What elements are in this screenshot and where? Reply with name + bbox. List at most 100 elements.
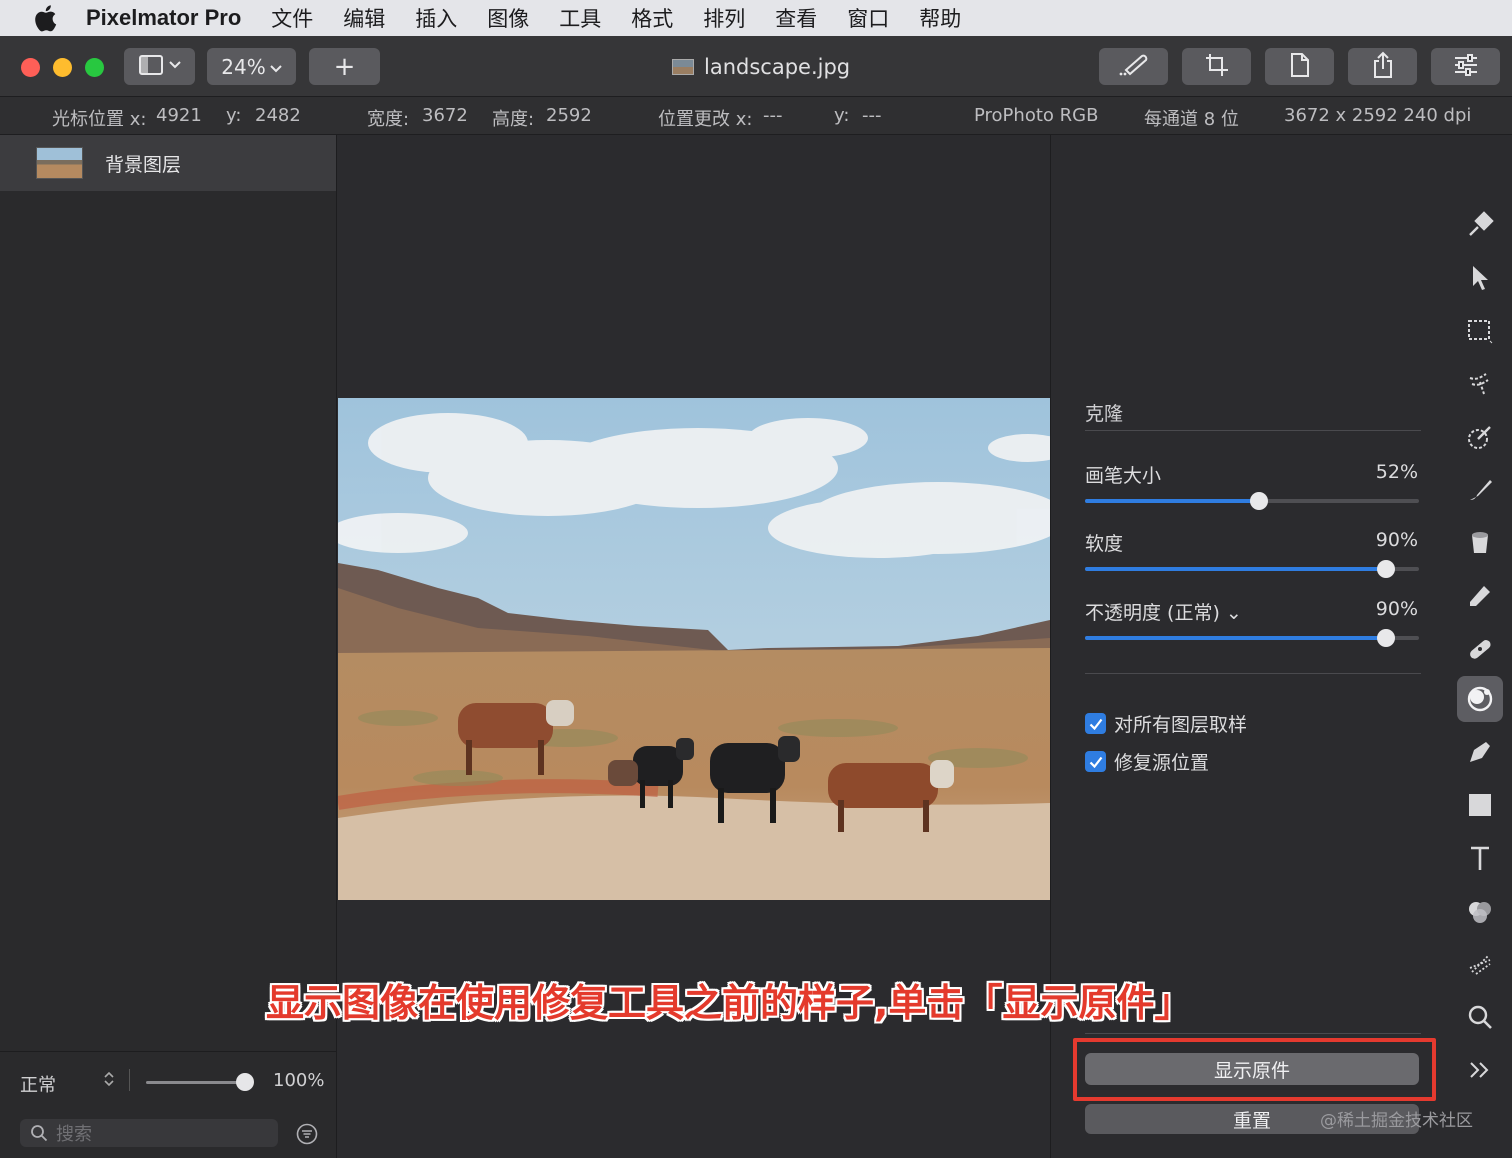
height-label: 高度: xyxy=(492,109,535,130)
clone-stamp-icon[interactable] xyxy=(1457,676,1503,722)
position-change-y-label: y: xyxy=(834,105,850,126)
cursor-x-label: 光标位置 x: xyxy=(52,109,147,130)
divider xyxy=(1085,1033,1421,1034)
softness-knob[interactable] xyxy=(1376,560,1395,578)
zoom-value: 24% xyxy=(221,54,266,79)
softness-value: 90% xyxy=(1375,529,1418,551)
panel-title: 克隆 xyxy=(1085,403,1124,425)
layer-name: 背景图层 xyxy=(105,153,182,176)
quick-selection-icon[interactable] xyxy=(1457,361,1503,407)
opacity-value: 90% xyxy=(1375,598,1418,620)
menu-image[interactable]: 图像 xyxy=(487,3,529,33)
softness-fill xyxy=(1085,567,1386,571)
brush-size-value: 52% xyxy=(1375,461,1418,483)
sidebar-toggle-button[interactable] xyxy=(124,48,195,85)
layer-row[interactable]: 背景图层 xyxy=(0,135,336,191)
rectangle-selection-icon[interactable] xyxy=(1457,308,1503,354)
search-placeholder: 搜索 xyxy=(56,1124,92,1145)
style-tool-icon[interactable] xyxy=(1457,202,1503,248)
menu-help[interactable]: 帮助 xyxy=(919,3,961,33)
info-bar: 光标位置 x: 4921 y: 2482 宽度: 3672 高度: 2592 位… xyxy=(0,97,1512,135)
softness-slider[interactable] xyxy=(1085,560,1419,578)
width-value: 3672 xyxy=(422,105,468,126)
image-dimensions: 3672 x 2592 240 dpi xyxy=(1284,105,1472,126)
menu-format[interactable]: 格式 xyxy=(631,3,673,33)
more-tools-chevron-icon[interactable] xyxy=(1457,1047,1503,1093)
document-image[interactable] xyxy=(338,398,1050,900)
fix-source-position-checkbox[interactable]: 修复源位置 xyxy=(1085,748,1209,775)
opacity-fill xyxy=(1085,636,1386,640)
color-picker-icon[interactable] xyxy=(1457,414,1503,460)
layer-controls: 正常 100% 搜索 xyxy=(0,1051,336,1158)
paint-brush-icon[interactable] xyxy=(1457,467,1503,513)
add-button[interactable]: + xyxy=(309,48,380,85)
layer-search-field[interactable]: 搜索 xyxy=(20,1119,278,1147)
menu-app-name[interactable]: Pixelmator Pro xyxy=(86,5,241,31)
opacity-mode-dropdown[interactable]: 不透明度 (正常) ⌄ xyxy=(1085,598,1242,625)
divider xyxy=(129,1069,130,1091)
color-adjust-icon[interactable] xyxy=(1457,888,1503,934)
search-icon xyxy=(30,1124,48,1142)
zoom-dropdown[interactable]: 24% xyxy=(207,48,296,85)
pen-nib-icon[interactable] xyxy=(1457,729,1503,775)
bit-depth: 每通道 8 位 xyxy=(1144,109,1239,130)
layer-opacity-slider[interactable] xyxy=(146,1081,246,1084)
close-window-button[interactable] xyxy=(21,58,40,77)
menu-view[interactable]: 查看 xyxy=(775,3,817,33)
distort-icon[interactable] xyxy=(1457,941,1503,987)
plus-icon: + xyxy=(333,51,356,82)
arrange-cursor-icon[interactable] xyxy=(1457,255,1503,301)
checkmark-icon xyxy=(1085,751,1106,772)
crop-button[interactable] xyxy=(1182,48,1251,85)
share-icon xyxy=(1371,51,1395,83)
document-name: landscape.jpg xyxy=(704,55,851,79)
menu-tools[interactable]: 工具 xyxy=(559,3,601,33)
layer-opacity-knob[interactable] xyxy=(236,1073,254,1091)
height-value: 2592 xyxy=(546,105,592,126)
divider xyxy=(1085,430,1421,431)
image-file-icon xyxy=(672,59,694,75)
shape-square-icon[interactable] xyxy=(1457,782,1503,828)
menu-insert[interactable]: 插入 xyxy=(415,3,457,33)
sidebar-icon xyxy=(138,54,182,80)
paint-bucket-icon[interactable] xyxy=(1457,520,1503,566)
adjustments-button[interactable] xyxy=(1431,48,1500,85)
opacity-knob[interactable] xyxy=(1376,629,1395,647)
brush-size-knob[interactable] xyxy=(1249,492,1268,510)
chevron-down-icon xyxy=(270,55,282,79)
position-change-x-label: 位置更改 x: xyxy=(658,109,753,130)
apple-menu-icon[interactable] xyxy=(30,3,60,33)
menu-bar: Pixelmator Pro 文件 编辑 插入 图像 工具 格式 排列 查看 窗… xyxy=(0,0,1512,36)
minimize-window-button[interactable] xyxy=(53,58,72,77)
position-change-y-value: --- xyxy=(862,105,882,126)
divider xyxy=(1085,673,1421,674)
tutorial-caption: 显示图像在使用修复工具之前的样子,单击「显示原件」 xyxy=(266,981,1193,1025)
zoom-window-button[interactable] xyxy=(85,58,104,77)
eraser-icon[interactable] xyxy=(1457,573,1503,619)
bandage-repair-icon[interactable] xyxy=(1457,626,1503,672)
watermark: @稀土掘金技术社区 xyxy=(1320,1111,1473,1131)
crop-icon xyxy=(1204,52,1230,82)
brush-icon xyxy=(1116,52,1152,82)
brush-size-label: 画笔大小 xyxy=(1085,465,1162,487)
up-down-chevron-icon[interactable] xyxy=(103,1070,115,1092)
menu-edit[interactable]: 编辑 xyxy=(343,3,385,33)
menu-arrange[interactable]: 排列 xyxy=(703,3,745,33)
tools-toggle-button[interactable] xyxy=(1099,48,1168,85)
text-type-icon[interactable] xyxy=(1457,835,1503,881)
brush-size-fill xyxy=(1085,499,1259,503)
brush-size-slider[interactable] xyxy=(1085,492,1419,510)
menu-window[interactable]: 窗口 xyxy=(847,3,889,33)
softness-label: 软度 xyxy=(1085,533,1124,555)
share-button[interactable] xyxy=(1348,48,1417,85)
document-button[interactable] xyxy=(1265,48,1334,85)
zoom-magnifier-icon[interactable] xyxy=(1457,994,1503,1040)
sample-all-layers-label: 对所有图层取样 xyxy=(1114,714,1248,736)
sliders-icon xyxy=(1453,53,1479,81)
filter-icon[interactable] xyxy=(296,1123,318,1149)
menu-file[interactable]: 文件 xyxy=(271,3,313,33)
layer-opacity-value: 100% xyxy=(273,1070,325,1091)
blend-mode-select[interactable]: 正常 xyxy=(20,1071,56,1097)
sample-all-layers-checkbox[interactable]: 对所有图层取样 xyxy=(1085,710,1247,737)
opacity-slider[interactable] xyxy=(1085,629,1419,647)
